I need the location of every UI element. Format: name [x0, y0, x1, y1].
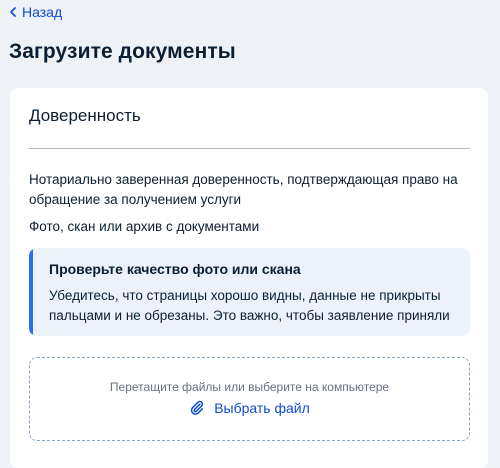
notice-text: Убедитесь, что страницы хорошо видны, да…: [49, 288, 450, 323]
paperclip-icon: [189, 400, 205, 416]
choose-file-label: Выбрать файл: [214, 400, 310, 416]
quality-notice: Проверьте качество фото или скана Убедит…: [29, 248, 470, 336]
document-upload-card: Доверенность Нотариально заверенная дове…: [10, 88, 488, 468]
chevron-left-icon: [9, 7, 17, 17]
notice-accent-bar: [29, 248, 33, 336]
notice-title: Проверьте качество фото или скана: [49, 261, 301, 277]
dropzone-hint: Перетащите файлы или выберите на компьют…: [109, 380, 390, 394]
accepted-formats: Фото, скан или архив с документами: [29, 219, 260, 234]
document-description: Нотариально заверенная доверенность, под…: [29, 172, 458, 207]
back-link[interactable]: Назад: [9, 4, 62, 20]
page-title: Загрузите документы: [9, 40, 236, 63]
file-dropzone[interactable]: Перетащите файлы или выберите на компьют…: [29, 357, 470, 441]
choose-file-button[interactable]: Выбрать файл: [30, 400, 469, 416]
back-link-label: Назад: [22, 4, 63, 20]
divider: [29, 148, 470, 149]
document-title: Доверенность: [29, 106, 141, 125]
